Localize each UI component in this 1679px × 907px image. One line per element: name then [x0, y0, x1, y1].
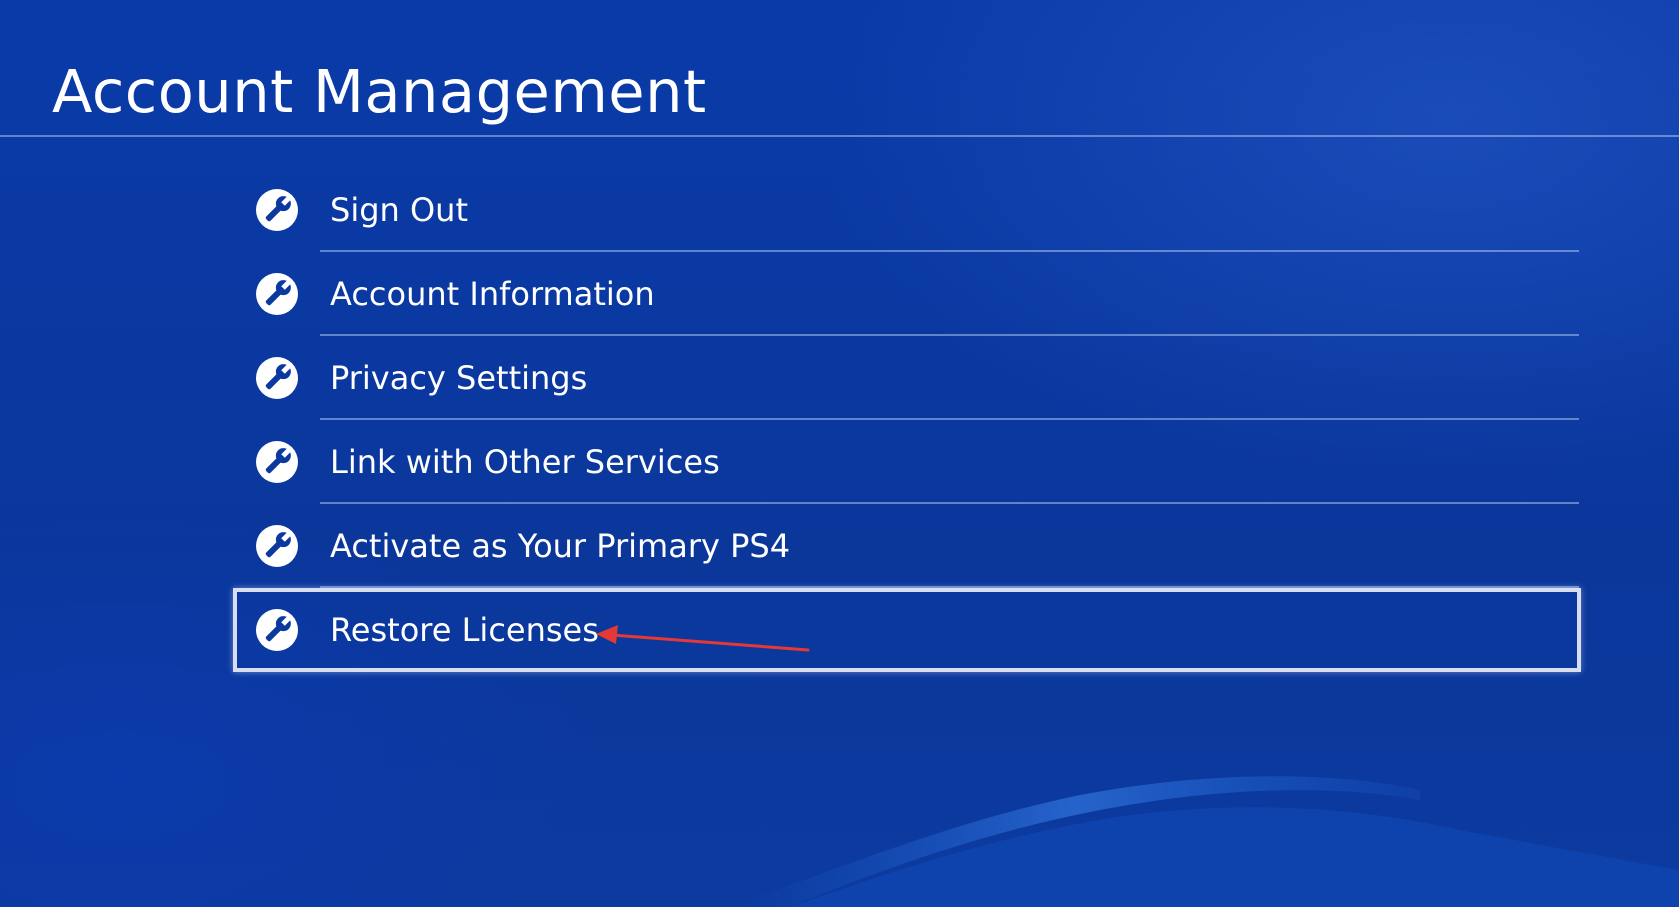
wrench-icon — [256, 525, 298, 567]
wrench-icon — [256, 609, 298, 651]
wrench-icon — [256, 189, 298, 231]
menu-item-label: Link with Other Services — [330, 443, 720, 481]
menu-item-link-other-services[interactable]: Link with Other Services — [233, 420, 1581, 504]
menu-item-label: Privacy Settings — [330, 359, 588, 397]
page-title: Account Management — [52, 57, 707, 126]
menu-item-label: Activate as Your Primary PS4 — [330, 527, 791, 565]
menu-item-sign-out[interactable]: Sign Out — [233, 168, 1581, 252]
menu-item-label: Restore Licenses — [330, 611, 599, 649]
menu-item-account-information[interactable]: Account Information — [233, 252, 1581, 336]
account-menu: Sign Out Account Information Privacy Set… — [233, 168, 1581, 672]
menu-item-label: Sign Out — [330, 191, 468, 229]
menu-item-label: Account Information — [330, 275, 655, 313]
title-divider — [0, 135, 1679, 137]
menu-item-activate-primary-ps4[interactable]: Activate as Your Primary PS4 — [233, 504, 1581, 588]
menu-item-restore-licenses[interactable]: Restore Licenses — [233, 588, 1581, 672]
wrench-icon — [256, 357, 298, 399]
wrench-icon — [256, 441, 298, 483]
wrench-icon — [256, 273, 298, 315]
menu-item-privacy-settings[interactable]: Privacy Settings — [233, 336, 1581, 420]
